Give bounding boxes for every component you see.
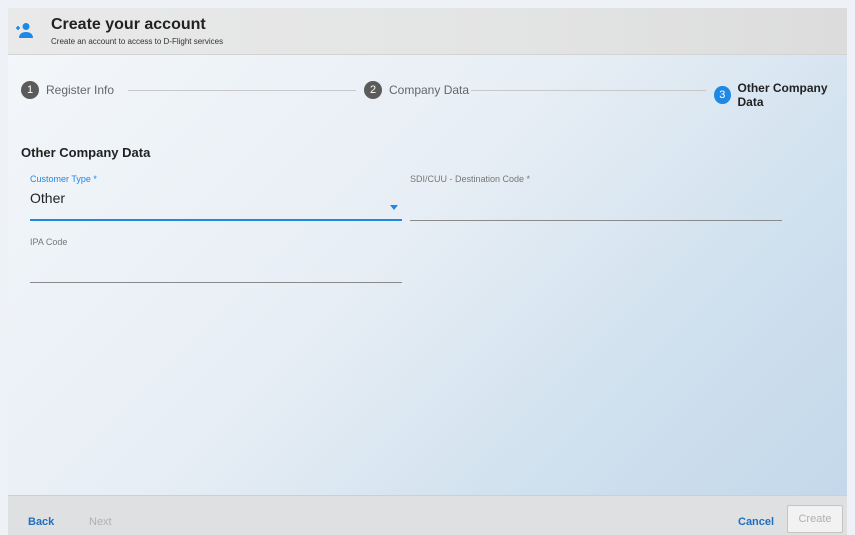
ipa-code-field[interactable]: IPA Code — [30, 237, 402, 285]
step-label: Company Data — [389, 83, 470, 97]
step-number: 1 — [21, 81, 39, 99]
step-other-company-data[interactable]: 3 Other Company Data — [714, 81, 847, 109]
sdi-code-label: SDI/CUU - Destination Code * — [410, 174, 531, 184]
ipa-code-label: IPA Code — [30, 237, 68, 247]
step-connector — [471, 90, 706, 91]
create-button[interactable]: Create — [787, 505, 843, 533]
page-title: Create your account — [51, 16, 206, 33]
step-register-info[interactable]: 1 Register Info — [21, 81, 114, 99]
sdi-code-field[interactable]: SDI/CUU - Destination Code * — [410, 174, 782, 222]
section-title: Other Company Data — [21, 145, 151, 160]
step-label: Other Company Data — [737, 81, 828, 109]
step-connector — [128, 90, 356, 91]
chevron-down-icon — [390, 205, 398, 210]
ipa-code-underline — [30, 282, 402, 283]
next-button[interactable]: Next — [89, 516, 112, 528]
dialog-footer: Back Next Cancel Create — [8, 495, 847, 535]
step-label: Register Info — [46, 83, 115, 97]
dialog: Create your account Create an account to… — [8, 8, 847, 535]
step-number: 3 — [714, 86, 731, 104]
back-button[interactable]: Back — [28, 516, 54, 528]
step-company-data[interactable]: 2 Company Data — [364, 81, 469, 99]
step-number: 2 — [364, 81, 382, 99]
page-subtitle: Create an account to access to D-Flight … — [51, 37, 224, 46]
ipa-code-value — [30, 253, 402, 271]
add-user-icon — [16, 23, 33, 38]
customer-type-underline — [30, 219, 402, 221]
sdi-code-value — [410, 190, 782, 208]
dialog-header: Create your account Create an account to… — [8, 8, 847, 55]
customer-type-value: Other — [30, 190, 66, 206]
sdi-code-underline — [410, 220, 782, 221]
cancel-button[interactable]: Cancel — [738, 516, 774, 528]
customer-type-select[interactable]: Customer Type * Other — [30, 174, 402, 222]
customer-type-label: Customer Type * — [30, 174, 97, 184]
